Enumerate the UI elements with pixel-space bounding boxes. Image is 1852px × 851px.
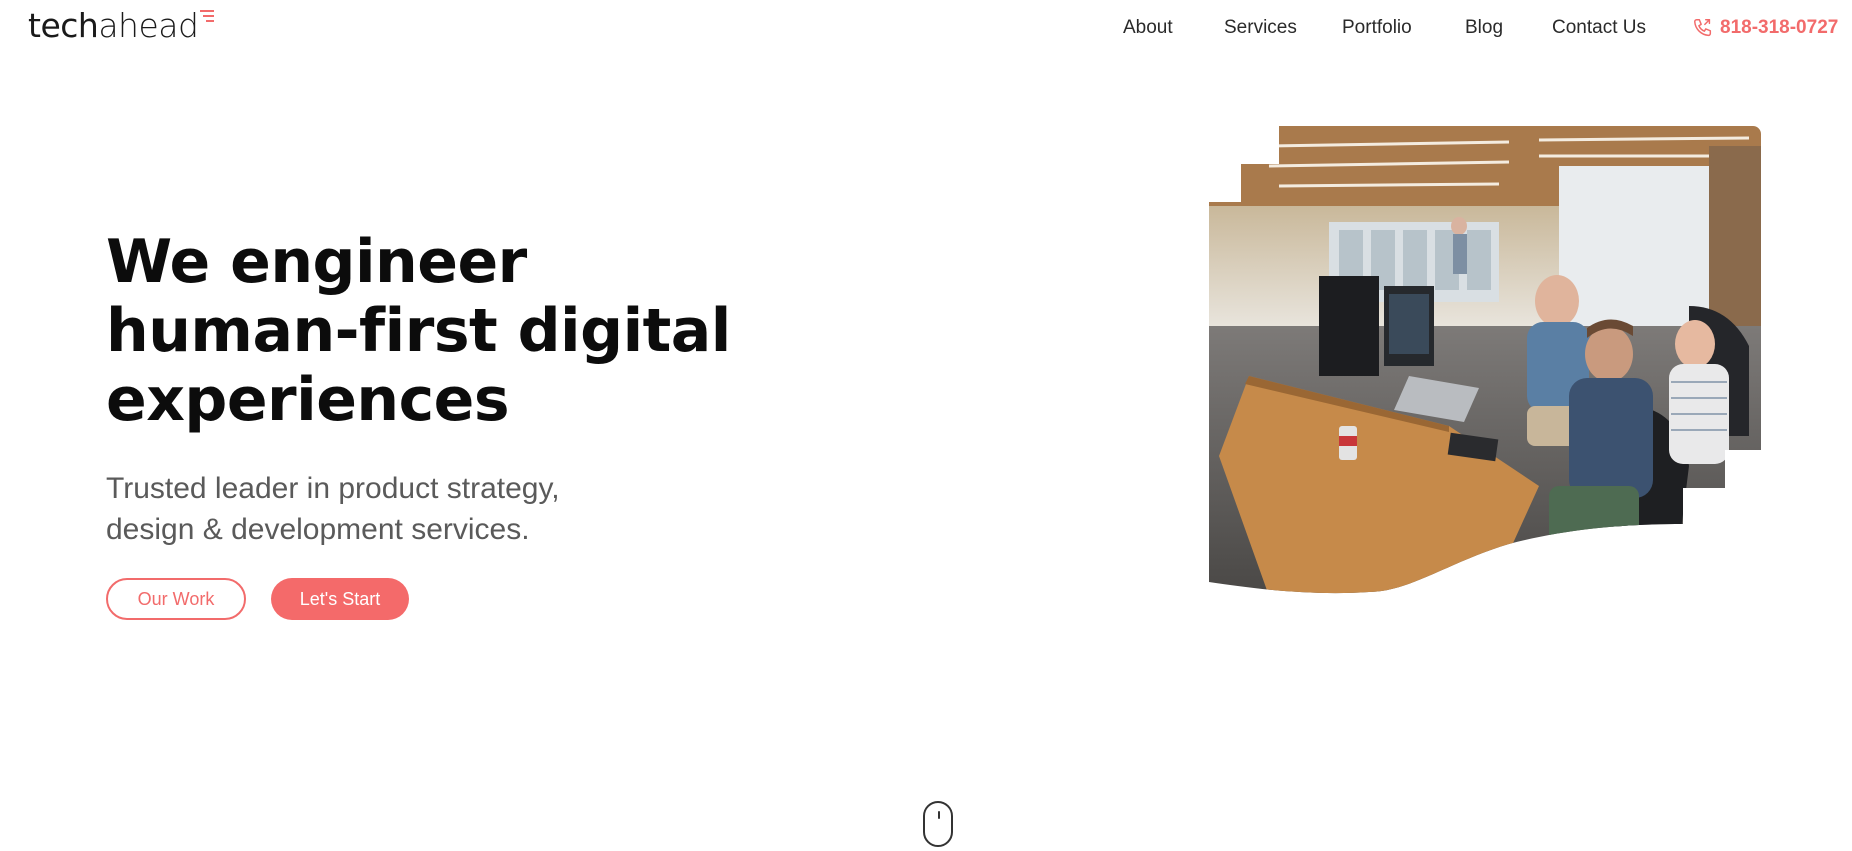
nav-contact-us[interactable]: Contact Us xyxy=(1552,14,1646,42)
techahead-logo[interactable]: tech ahead xyxy=(28,6,215,46)
phone-link[interactable]: 818-318-0727 xyxy=(1692,14,1838,42)
hero-subtitle-line: design & development services. xyxy=(106,513,530,546)
scroll-mouse-icon[interactable] xyxy=(923,801,953,847)
hero-title-line: human-first digital xyxy=(106,296,731,366)
lets-start-button[interactable]: Let's Start xyxy=(271,578,409,620)
scroll-mouse-wheel xyxy=(938,811,940,819)
nav-services[interactable]: Services xyxy=(1224,14,1297,42)
nav-about[interactable]: About xyxy=(1123,14,1173,42)
hero-subtitle: Trusted leader in product strategy, desi… xyxy=(106,468,626,550)
our-work-button[interactable]: Our Work xyxy=(106,578,246,620)
hero-office-photo xyxy=(1209,126,1761,594)
site-header: tech ahead About Services Portfolio Blog… xyxy=(0,0,1852,56)
logo-mark-icon xyxy=(200,10,215,24)
phone-icon xyxy=(1694,19,1712,37)
nav-portfolio[interactable]: Portfolio xyxy=(1342,14,1412,42)
phone-number: 818-318-0727 xyxy=(1720,17,1839,38)
nav-blog[interactable]: Blog xyxy=(1465,14,1503,42)
hero-title-line: experiences xyxy=(106,365,510,435)
hero-title-line: We engineer xyxy=(106,227,527,297)
logo-text-ahead: ahead xyxy=(98,6,199,45)
hero-subtitle-line: Trusted leader in product strategy, xyxy=(106,472,560,505)
hero-title: We engineer human-first digital experien… xyxy=(106,228,806,435)
logo-text-tech: tech xyxy=(28,6,99,45)
